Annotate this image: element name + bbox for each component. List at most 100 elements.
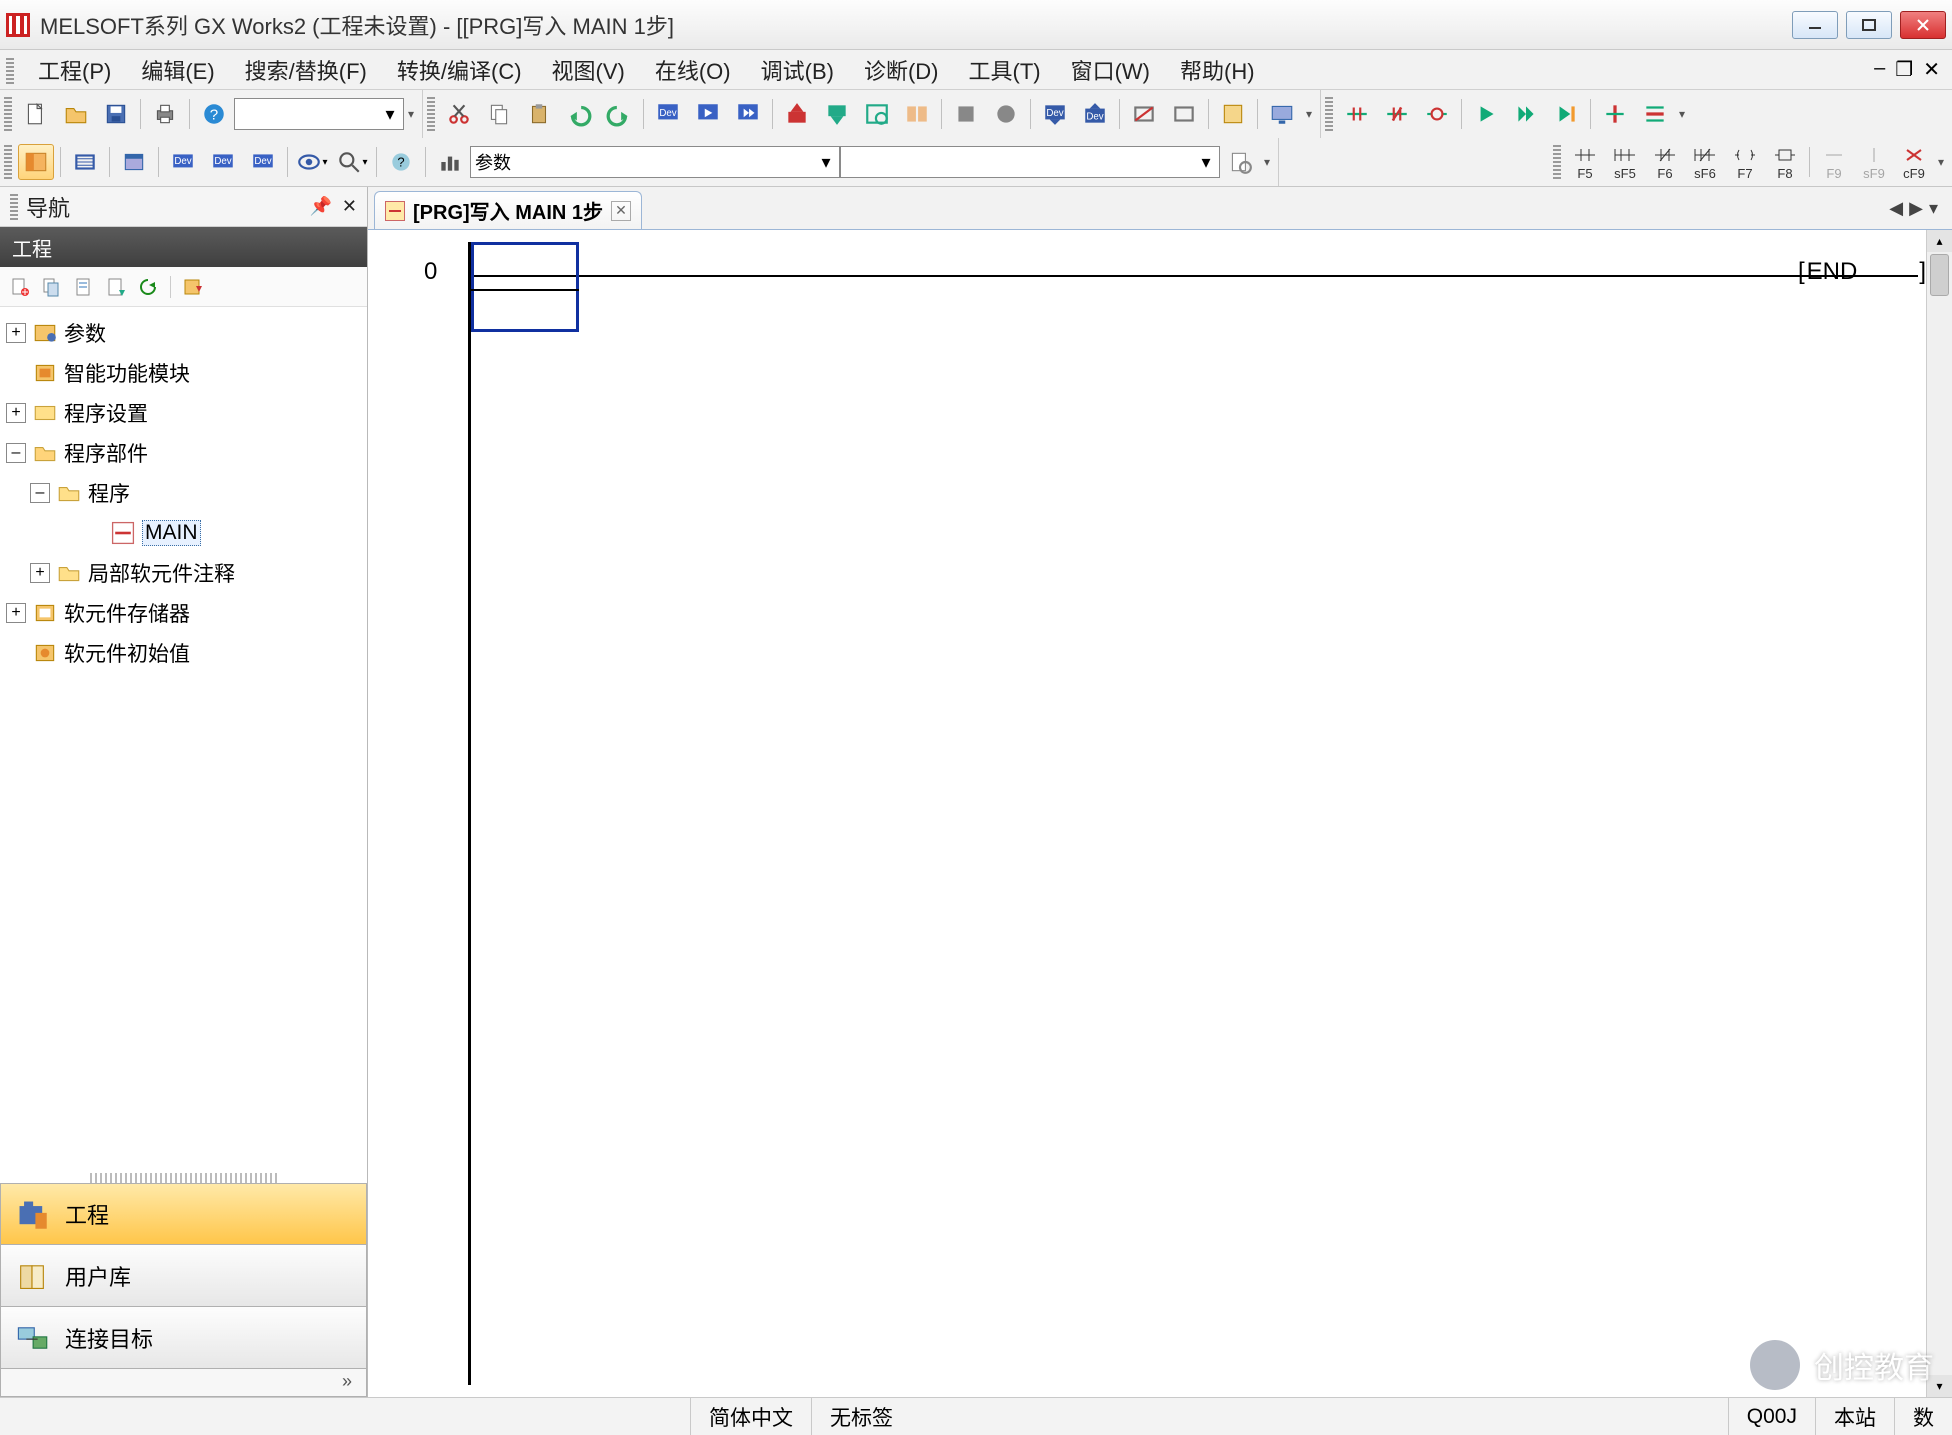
nav-props-icon[interactable] <box>70 273 98 301</box>
save-button[interactable] <box>98 96 134 132</box>
tree-item-intelligent[interactable]: 智能功能模块 <box>0 353 367 393</box>
menu-convert[interactable]: 转换/编译(C) <box>391 54 528 86</box>
xref-button[interactable]: ? <box>383 144 419 180</box>
menu-online[interactable]: 在线(O) <box>649 54 737 86</box>
undo-button[interactable] <box>561 96 597 132</box>
tree-item-program[interactable]: –程序 <box>0 473 367 513</box>
nav-btn-userlib[interactable]: 用户库 <box>0 1245 367 1307</box>
menu-help[interactable]: 帮助(H) <box>1174 54 1261 86</box>
document-tab[interactable]: [PRG]写入 MAIN 1步 ✕ <box>374 191 642 229</box>
tab-close-icon[interactable]: ✕ <box>611 201 631 221</box>
panel-close-icon[interactable]: ✕ <box>342 196 357 217</box>
paste-button[interactable] <box>521 96 557 132</box>
nav-refresh-icon[interactable] <box>134 273 162 301</box>
toolbar-overflow[interactable]: ▾ <box>404 107 418 121</box>
param-combo[interactable]: 参数▾ <box>470 146 840 178</box>
tab-next-icon[interactable]: ▶ <box>1909 198 1923 219</box>
module-button[interactable] <box>67 144 103 180</box>
mdi-close[interactable]: ✕ <box>1923 57 1940 82</box>
vertical-scrollbar[interactable]: ▴ ▾ <box>1926 230 1952 1397</box>
compare-button[interactable] <box>899 96 935 132</box>
redo-button[interactable] <box>601 96 637 132</box>
print-button[interactable] <box>147 96 183 132</box>
new-button[interactable] <box>18 96 54 132</box>
nav-expand-button[interactable]: » <box>0 1369 367 1397</box>
window-button[interactable] <box>116 144 152 180</box>
tab-prev-icon[interactable]: ◀ <box>1889 198 1903 219</box>
dev3-button[interactable]: Dev <box>245 144 281 180</box>
nav-btn-target[interactable]: 连接目标 <box>0 1307 367 1369</box>
screen-button[interactable] <box>1264 96 1300 132</box>
dev-read-button[interactable]: Dev <box>1077 96 1113 132</box>
ladder-cursor[interactable] <box>471 242 579 332</box>
contact-b-tool[interactable] <box>1379 96 1415 132</box>
step-tool[interactable] <box>1548 96 1584 132</box>
docking-button[interactable] <box>1215 96 1251 132</box>
pin-icon[interactable]: 📌 <box>309 196 331 217</box>
f9-key[interactable]: F9 <box>1817 142 1851 182</box>
convert-button[interactable]: Dev <box>650 96 686 132</box>
menu-view[interactable]: 视图(V) <box>546 54 631 86</box>
menu-project[interactable]: 工程(P) <box>32 54 117 86</box>
tree-item-program-settings[interactable]: +程序设置 <box>0 393 367 433</box>
mdi-minimize[interactable]: – <box>1874 57 1885 82</box>
device-combo[interactable]: ▾ <box>840 146 1220 178</box>
copy-button[interactable] <box>481 96 517 132</box>
dev1-button[interactable]: Dev <box>165 144 201 180</box>
sf6-key[interactable]: sF6 <box>1688 142 1722 182</box>
tree-item-params[interactable]: +参数 <box>0 313 367 353</box>
toolbar-overflow[interactable]: ▾ <box>1675 107 1689 121</box>
eye-button[interactable]: ▾ <box>294 144 330 180</box>
project-tree[interactable]: +参数 智能功能模块 +程序设置 –程序部件 –程序 MAIN +局部软元件注释… <box>0 307 367 1173</box>
nav-add-icon[interactable] <box>102 273 130 301</box>
menu-edit[interactable]: 编辑(E) <box>135 54 220 86</box>
scroll-thumb[interactable] <box>1930 254 1949 296</box>
maximize-button[interactable] <box>1846 11 1892 39</box>
hline-tool[interactable] <box>1637 96 1673 132</box>
f8-key[interactable]: F8 <box>1768 142 1802 182</box>
resize-handle[interactable] <box>90 1173 277 1183</box>
scroll-up-icon[interactable]: ▴ <box>1927 230 1952 252</box>
zoom-combo[interactable]: ▾ <box>234 98 404 130</box>
f6-key[interactable]: F6 <box>1648 142 1682 182</box>
help-button[interactable]: ? <box>196 96 232 132</box>
nav-new-icon[interactable] <box>6 273 34 301</box>
verify-plc-button[interactable] <box>859 96 895 132</box>
monitor-start-button[interactable] <box>988 96 1024 132</box>
minimize-button[interactable] <box>1792 11 1838 39</box>
toolbar-overflow[interactable]: ▾ <box>1934 155 1948 169</box>
ladder-editor[interactable]: 0 [END] ▴ ▾ <box>368 229 1952 1397</box>
write-plc-button[interactable] <box>779 96 815 132</box>
menu-diagnose[interactable]: 诊断(D) <box>858 54 945 86</box>
contact-tool[interactable] <box>1339 96 1375 132</box>
nav-copy-icon[interactable] <box>38 273 66 301</box>
tree-item-local-comments[interactable]: +局部软元件注释 <box>0 553 367 593</box>
mdi-restore[interactable]: ❐ <box>1895 57 1913 82</box>
f7-key[interactable]: F7 <box>1728 142 1762 182</box>
rebuild-button[interactable] <box>730 96 766 132</box>
menu-window[interactable]: 窗口(W) <box>1065 54 1156 86</box>
tree-item-program-parts[interactable]: –程序部件 <box>0 433 367 473</box>
runfast-tool[interactable] <box>1508 96 1544 132</box>
coil-tool[interactable] <box>1419 96 1455 132</box>
cut-button[interactable] <box>441 96 477 132</box>
read-plc-button[interactable] <box>819 96 855 132</box>
go-button[interactable] <box>1222 144 1258 180</box>
nav-filter-icon[interactable] <box>179 273 207 301</box>
menu-search[interactable]: 搜索/替换(F) <box>239 54 373 86</box>
nav-btn-project[interactable]: 工程 <box>0 1183 367 1245</box>
find-button[interactable]: ▾ <box>334 144 370 180</box>
menu-debug[interactable]: 调试(B) <box>755 54 840 86</box>
cf9-key[interactable]: cF9 <box>1897 142 1931 182</box>
tree-item-device-init[interactable]: 软元件初始值 <box>0 633 367 673</box>
close-button[interactable] <box>1900 11 1946 39</box>
sf9-key[interactable]: sF9 <box>1857 142 1891 182</box>
menu-tools[interactable]: 工具(T) <box>963 54 1047 86</box>
sim-start-button[interactable] <box>1126 96 1162 132</box>
histogram-button[interactable] <box>432 144 468 180</box>
open-button[interactable] <box>58 96 94 132</box>
nav-toggle-button[interactable] <box>18 144 54 180</box>
tree-item-device-memory[interactable]: +软元件存储器 <box>0 593 367 633</box>
f5-key[interactable]: F5 <box>1568 142 1602 182</box>
dev-write-button[interactable]: Dev <box>1037 96 1073 132</box>
